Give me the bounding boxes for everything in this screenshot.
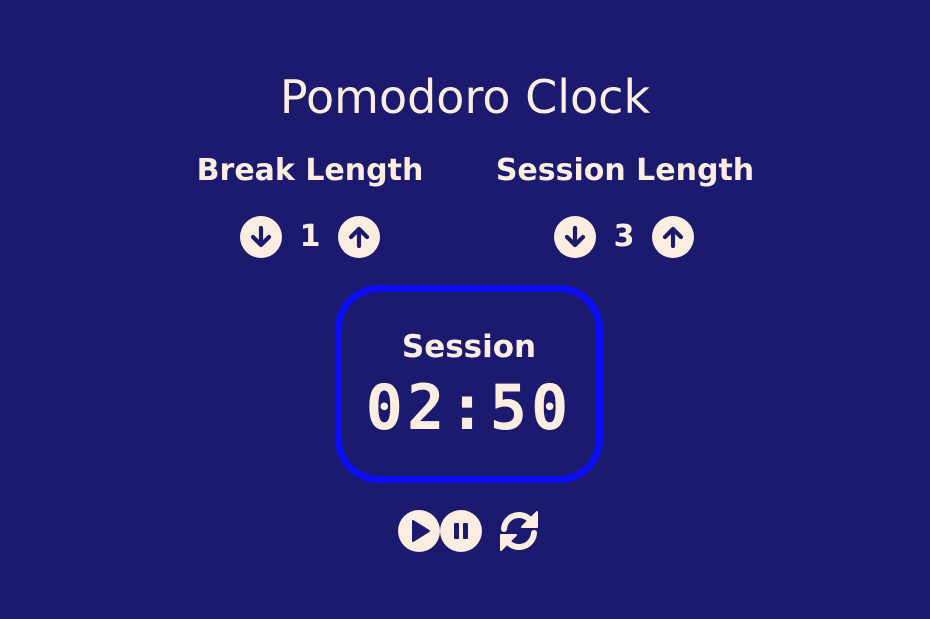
time-left: 02:50 bbox=[365, 371, 573, 444]
play-icon bbox=[412, 520, 430, 542]
pause-icon bbox=[454, 523, 468, 539]
break-decrement-button[interactable] bbox=[240, 216, 282, 258]
session-decrement-button[interactable] bbox=[554, 216, 596, 258]
break-length-value: 1 bbox=[299, 219, 321, 254]
playback-controls bbox=[398, 510, 542, 552]
session-length-label: Session Length bbox=[495, 153, 755, 188]
refresh-icon bbox=[500, 511, 538, 551]
arrow-down-icon bbox=[250, 225, 272, 248]
play-button[interactable] bbox=[398, 510, 440, 552]
session-increment-button[interactable] bbox=[652, 216, 694, 258]
break-length-label: Break Length bbox=[196, 153, 424, 188]
break-length-controls: 1 bbox=[240, 216, 380, 258]
timer-label: Session bbox=[401, 329, 537, 365]
break-increment-button[interactable] bbox=[338, 216, 380, 258]
session-length-controls: 3 bbox=[554, 216, 694, 258]
pause-button[interactable] bbox=[440, 510, 482, 552]
page-title: Pomodoro Clock bbox=[279, 70, 651, 124]
arrow-up-icon bbox=[348, 226, 370, 249]
arrow-up-icon bbox=[662, 226, 684, 249]
session-length-value: 3 bbox=[613, 219, 635, 254]
reset-button[interactable] bbox=[496, 508, 542, 554]
timer-display: Session 02:50 bbox=[335, 285, 603, 483]
arrow-down-icon bbox=[564, 225, 586, 248]
